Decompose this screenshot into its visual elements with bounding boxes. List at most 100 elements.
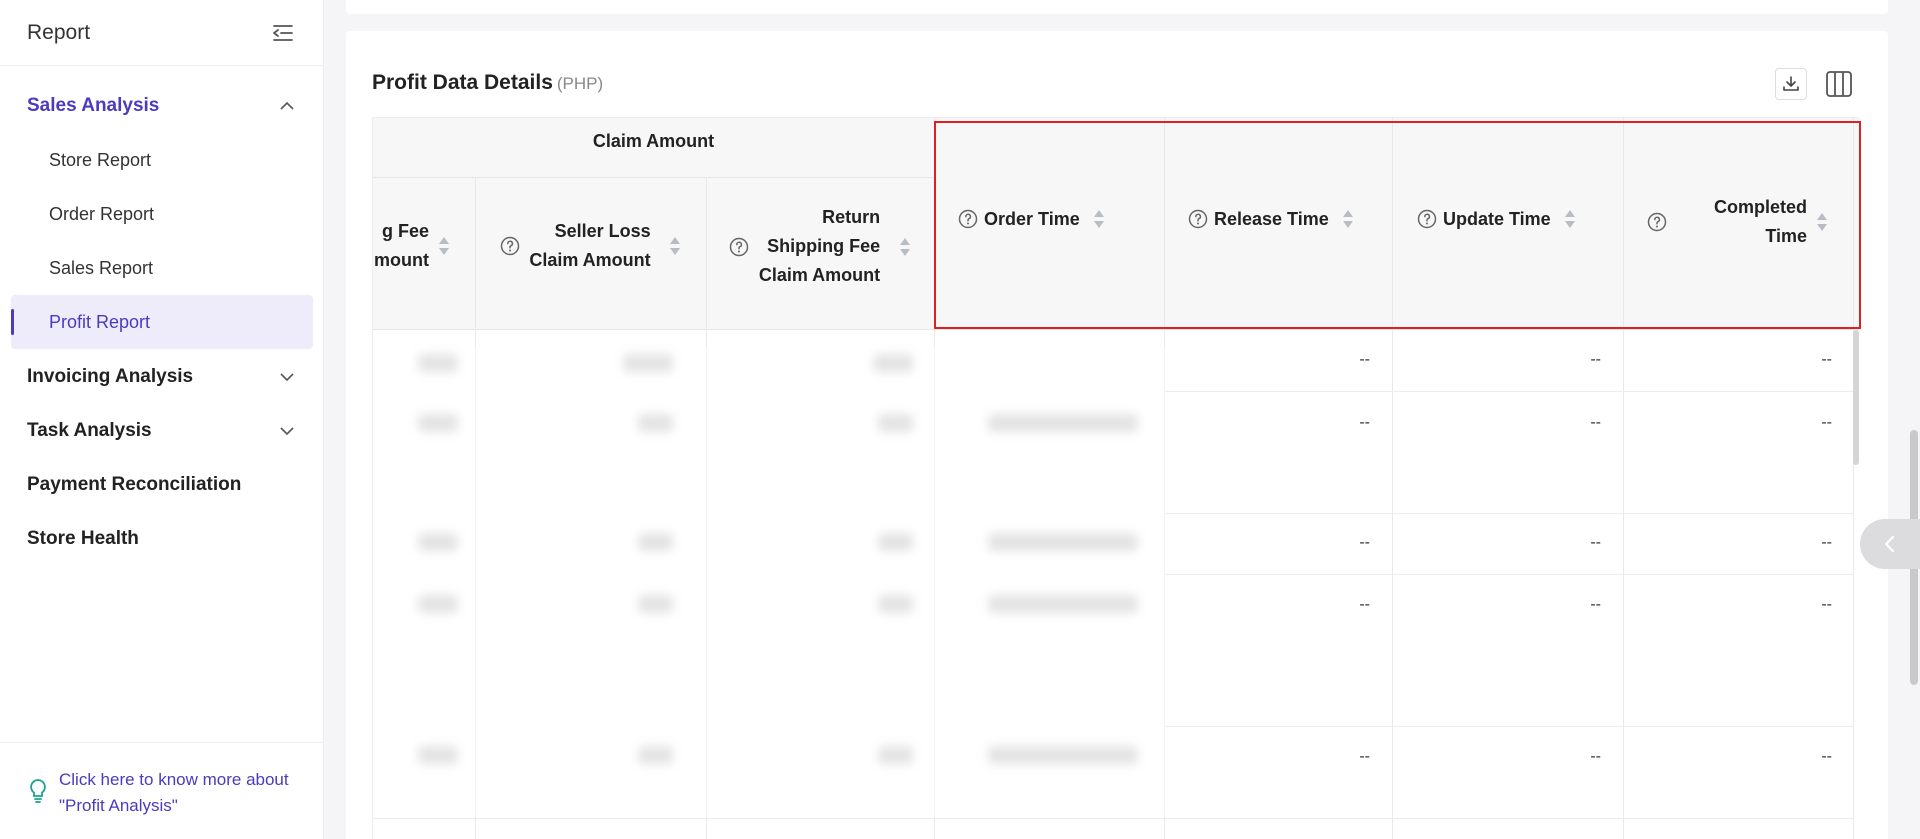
column-header-label: Release Time bbox=[1214, 208, 1329, 229]
help-icon bbox=[1417, 209, 1437, 229]
row-divider bbox=[1164, 726, 1853, 727]
claim-amount-group-header: Claim Amount bbox=[373, 131, 934, 152]
nav-item-active-indicator bbox=[11, 309, 14, 335]
sidebar-header: Report bbox=[0, 0, 324, 66]
column-header-completed-time[interactable]: Completed Time bbox=[1647, 193, 1847, 251]
sort-icon bbox=[1342, 210, 1353, 228]
cell-release-time: -- bbox=[1359, 596, 1370, 613]
collapse-menu-icon[interactable] bbox=[272, 22, 294, 44]
side-panel-toggle[interactable] bbox=[1860, 519, 1920, 569]
column-header-label: Completed Time bbox=[1713, 197, 1807, 246]
sort-icon bbox=[670, 237, 680, 255]
cell-update-time: -- bbox=[1590, 414, 1601, 431]
column-header-release-time[interactable]: Release Time bbox=[1188, 208, 1392, 230]
profit-analysis-help-link[interactable]: Click here to know more about "Profit An… bbox=[59, 767, 309, 819]
cell-completed-time: -- bbox=[1821, 748, 1832, 765]
nav-item-profit-report[interactable]: Profit Report bbox=[49, 312, 150, 333]
nav-group-invoicing-analysis[interactable]: Invoicing Analysis bbox=[27, 366, 193, 388]
cell-release-time: -- bbox=[1359, 414, 1370, 431]
cell-completed-time: -- bbox=[1821, 414, 1832, 431]
chevron-down-icon[interactable] bbox=[279, 423, 295, 439]
column-header-order-time[interactable]: Order Time bbox=[958, 208, 1164, 230]
download-icon bbox=[1783, 76, 1799, 91]
cell-update-time: -- bbox=[1590, 748, 1601, 765]
obscured-value bbox=[873, 354, 913, 372]
obscured-value bbox=[988, 533, 1138, 551]
obscured-value bbox=[988, 595, 1138, 613]
column-header-seller-loss-claim-amount[interactable]: Seller Loss Claim Amount bbox=[476, 217, 706, 275]
column-settings-button[interactable] bbox=[1823, 68, 1855, 100]
help-icon bbox=[958, 209, 978, 229]
cell-completed-time: -- bbox=[1821, 596, 1832, 613]
help-icon bbox=[500, 236, 520, 256]
obscured-value bbox=[988, 414, 1138, 432]
chevron-down-icon[interactable] bbox=[279, 369, 295, 385]
column-header-label: Order Time bbox=[984, 208, 1080, 229]
profit-data-table: Claim Amount g Fee mount Seller Loss Cla… bbox=[372, 117, 1859, 839]
chevron-left-icon bbox=[1884, 535, 1895, 553]
column-header-update-time[interactable]: Update Time bbox=[1417, 208, 1623, 230]
column-header-label: Update Time bbox=[1443, 208, 1551, 229]
cell-completed-time: -- bbox=[1821, 534, 1832, 551]
page-title: Profit Data Details (PHP) bbox=[372, 71, 603, 95]
table-scrollbar[interactable] bbox=[1853, 330, 1859, 465]
nav-item-order-report[interactable]: Order Report bbox=[49, 204, 154, 225]
column-divider bbox=[1853, 117, 1854, 839]
help-icon bbox=[1188, 209, 1208, 229]
column-header-label: Seller Loss Claim Amount bbox=[529, 221, 651, 270]
row-divider bbox=[1164, 574, 1853, 575]
cell-update-time: -- bbox=[1590, 596, 1601, 613]
nav-item-store-report[interactable]: Store Report bbox=[49, 150, 151, 171]
column-divider bbox=[1392, 117, 1393, 839]
sort-icon bbox=[900, 237, 910, 256]
obscured-value bbox=[418, 354, 458, 372]
obscured-value bbox=[988, 746, 1138, 764]
help-icon bbox=[1647, 212, 1667, 232]
column-header-label: g Fee mount bbox=[374, 221, 429, 270]
sort-icon bbox=[1817, 213, 1827, 231]
obscured-value bbox=[418, 414, 458, 432]
nav-group-payment-reconciliation[interactable]: Payment Reconciliation bbox=[27, 474, 241, 496]
obscured-value bbox=[638, 746, 673, 764]
obscured-value bbox=[418, 595, 458, 613]
obscured-value bbox=[638, 595, 673, 613]
download-button[interactable] bbox=[1775, 68, 1807, 100]
obscured-value bbox=[418, 533, 458, 551]
nav-group-sales-analysis[interactable]: Sales Analysis bbox=[27, 95, 159, 117]
obscured-value bbox=[878, 414, 913, 432]
nav-item-sales-report[interactable]: Sales Report bbox=[49, 258, 153, 279]
columns-icon bbox=[1826, 71, 1852, 97]
row-divider bbox=[1164, 391, 1853, 392]
cell-update-time: -- bbox=[1590, 351, 1601, 368]
obscured-value bbox=[878, 746, 913, 764]
chevron-up-icon[interactable] bbox=[279, 98, 295, 114]
help-icon bbox=[729, 237, 749, 256]
sort-icon bbox=[1093, 210, 1104, 228]
cell-completed-time: -- bbox=[1821, 351, 1832, 368]
sidebar-title: Report bbox=[27, 21, 91, 44]
obscured-value bbox=[638, 533, 673, 551]
row-divider bbox=[1164, 513, 1853, 514]
obscured-value bbox=[878, 595, 913, 613]
card-title-text: Profit Data Details bbox=[372, 71, 553, 94]
nav-group-store-health[interactable]: Store Health bbox=[27, 528, 139, 550]
group-header-label: Claim Amount bbox=[592, 131, 715, 151]
cell-release-time: -- bbox=[1359, 748, 1370, 765]
sidebar: Report Sales Analysis Store Report Order… bbox=[0, 0, 324, 839]
column-header-fee-amount[interactable]: g Fee mount bbox=[373, 217, 475, 275]
cell-release-time: -- bbox=[1359, 351, 1370, 368]
nav-group-task-analysis[interactable]: Task Analysis bbox=[27, 420, 152, 442]
cell-release-time: -- bbox=[1359, 534, 1370, 551]
top-card bbox=[346, 0, 1888, 14]
cell-update-time: -- bbox=[1590, 534, 1601, 551]
sort-icon bbox=[439, 237, 449, 255]
column-header-return-shipping-fee-claim-amount[interactable]: Return Shipping Fee Claim Amount bbox=[707, 203, 934, 290]
obscured-value bbox=[878, 533, 913, 551]
header-divider bbox=[373, 177, 934, 178]
currency-label: (PHP) bbox=[556, 74, 604, 93]
sort-icon bbox=[1564, 210, 1575, 228]
lightbulb-icon bbox=[26, 778, 50, 804]
obscured-value bbox=[418, 746, 458, 764]
row-divider bbox=[373, 818, 1853, 819]
obscured-value bbox=[623, 354, 673, 372]
